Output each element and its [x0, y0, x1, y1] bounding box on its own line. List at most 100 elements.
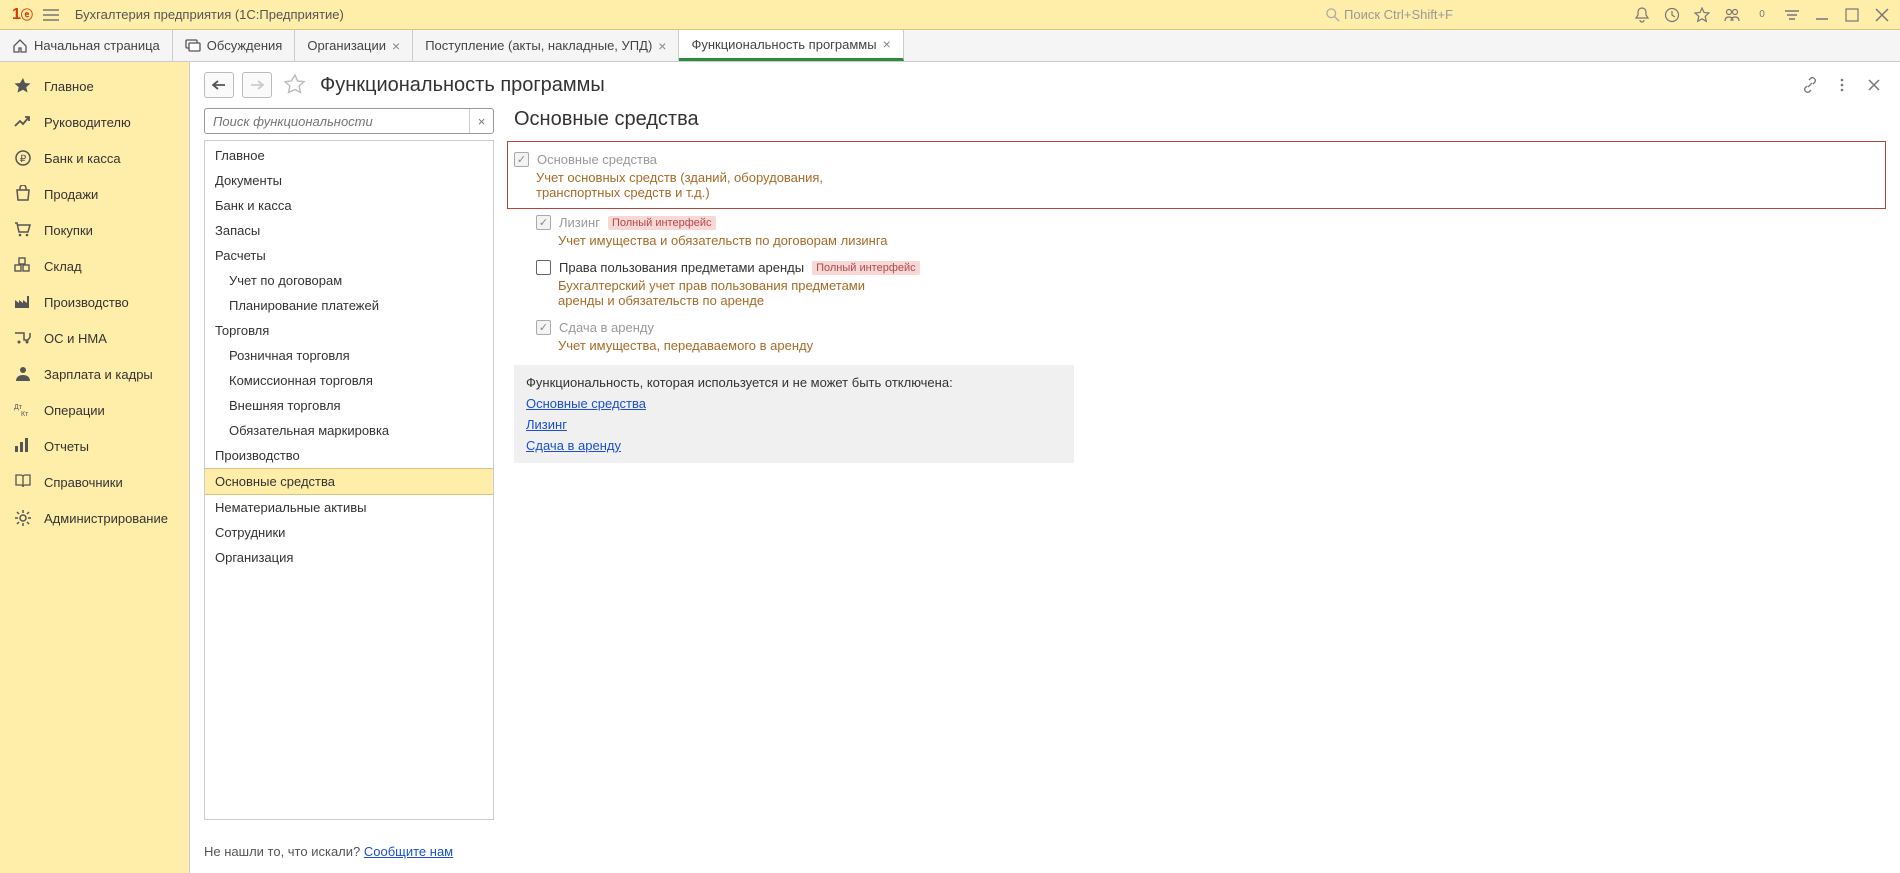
- bars-icon: [14, 437, 32, 455]
- sidebar-item-label: Продажи: [44, 187, 98, 202]
- bag-icon: [14, 185, 32, 203]
- sidebar-item-label: Руководителю: [44, 115, 131, 130]
- tab-label: Организации: [307, 38, 386, 53]
- tab[interactable]: Поступление (акты, накладные, УПД)×: [413, 30, 679, 61]
- locked-feature-link[interactable]: Лизинг: [526, 417, 1062, 432]
- svg-text:₽: ₽: [20, 154, 27, 165]
- sidebar-item[interactable]: Отчеты: [0, 428, 189, 464]
- category-item[interactable]: Торговля: [205, 318, 493, 343]
- interface-badge: Полный интерфейс: [608, 216, 716, 230]
- category-list[interactable]: ГлавноеДокументыБанк и кассаЗапасыРасчет…: [204, 140, 494, 820]
- close-window-icon[interactable]: [1870, 3, 1894, 27]
- option-label: Основные средства: [537, 152, 657, 167]
- sidebar-item[interactable]: ДтКтОперации: [0, 392, 189, 428]
- more-icon[interactable]: [1830, 73, 1854, 97]
- sidebar-item[interactable]: Продажи: [0, 176, 189, 212]
- sidebar-item[interactable]: Справочники: [0, 464, 189, 500]
- minimize-icon[interactable]: [1810, 3, 1834, 27]
- global-search-placeholder: Поиск Ctrl+Shift+F: [1344, 7, 1453, 22]
- settings-lines-icon[interactable]: [1780, 3, 1804, 27]
- option-description: Учет основных средств (зданий, оборудова…: [514, 170, 874, 200]
- sidebar-item[interactable]: Руководителю: [0, 104, 189, 140]
- counter-icon: 0: [1750, 3, 1774, 27]
- sidebar-item-label: ОС и НМА: [44, 331, 107, 346]
- tab-close-icon[interactable]: ×: [883, 37, 891, 51]
- option-label: Лизинг: [559, 215, 600, 230]
- category-item[interactable]: Розничная торговля: [205, 343, 493, 368]
- tab[interactable]: Организации ×: [295, 30, 413, 61]
- sidebar-item-label: Производство: [44, 295, 129, 310]
- titlebar: 1ⓔ Бухгалтерия предприятия (1С:Предприят…: [0, 0, 1900, 30]
- sidebar-item[interactable]: ОС и НМА: [0, 320, 189, 356]
- maximize-icon[interactable]: [1840, 3, 1864, 27]
- history-icon[interactable]: [1660, 3, 1684, 27]
- locked-feature-link[interactable]: Основные средства: [526, 396, 1062, 411]
- option-checkbox[interactable]: [536, 260, 551, 275]
- favorite-toggle[interactable]: [284, 74, 306, 96]
- svg-text:Дт: Дт: [14, 404, 23, 411]
- detail-title: Основные средства: [514, 108, 1886, 131]
- category-item[interactable]: Сотрудники: [205, 520, 493, 545]
- category-item[interactable]: Банк и касса: [205, 193, 493, 218]
- function-search[interactable]: ×: [204, 108, 494, 134]
- star-icon[interactable]: [1690, 3, 1714, 27]
- category-item[interactable]: Комиссионная торговля: [205, 368, 493, 393]
- svg-text:Кт: Кт: [21, 411, 29, 418]
- sidebar-item[interactable]: ₽Банк и касса: [0, 140, 189, 176]
- category-item[interactable]: Обязательная маркировка: [205, 418, 493, 443]
- sidebar-item-label: Главное: [44, 79, 94, 94]
- category-item[interactable]: Организация: [205, 545, 493, 570]
- forward-button[interactable]: [242, 72, 272, 98]
- locked-info-box: Функциональность, которая используется и…: [514, 365, 1074, 463]
- category-item[interactable]: Внешняя торговля: [205, 393, 493, 418]
- sidebar-item[interactable]: Зарплата и кадры: [0, 356, 189, 392]
- category-item[interactable]: Планирование платежей: [205, 293, 493, 318]
- sidebar: Главное Руководителю ₽Банк и касса Продажи П…: [0, 62, 190, 873]
- option-block: Права пользования предметами арендыПолны…: [514, 260, 1886, 308]
- search-clear-button[interactable]: ×: [469, 109, 493, 133]
- main-menu-button[interactable]: [39, 3, 63, 27]
- option-block: Основные средства Учет основных средств (…: [507, 141, 1886, 209]
- factory-icon: [14, 293, 32, 311]
- sidebar-item[interactable]: Склад: [0, 248, 189, 284]
- close-page-icon[interactable]: [1862, 73, 1886, 97]
- category-item[interactable]: Производство: [205, 443, 493, 468]
- back-button[interactable]: [204, 72, 234, 98]
- link-icon[interactable]: [1798, 73, 1822, 97]
- sidebar-item-label: Отчеты: [44, 439, 89, 454]
- function-search-input[interactable]: [205, 109, 469, 133]
- sidebar-item-label: Зарплата и кадры: [44, 367, 153, 382]
- sidebar-item[interactable]: Администрирование: [0, 500, 189, 536]
- boxes-icon: [14, 257, 32, 275]
- sidebar-item-label: Справочники: [44, 475, 123, 490]
- tab-close-icon[interactable]: ×: [658, 39, 666, 53]
- bell-icon[interactable]: [1630, 3, 1654, 27]
- option-description: Учет имущества, передаваемого в аренду: [536, 338, 896, 353]
- tab[interactable]: Начальная страница: [0, 30, 173, 61]
- locked-feature-link[interactable]: Сдача в аренду: [526, 438, 1062, 453]
- category-item[interactable]: Основные средства: [205, 468, 493, 495]
- tab-label: Обсуждения: [207, 38, 283, 53]
- tab-close-icon[interactable]: ×: [392, 39, 400, 53]
- sidebar-item[interactable]: Главное: [0, 68, 189, 104]
- category-item[interactable]: Учет по договорам: [205, 268, 493, 293]
- category-item[interactable]: Расчеты: [205, 243, 493, 268]
- category-item[interactable]: Запасы: [205, 218, 493, 243]
- category-item[interactable]: Нематериальные активы: [205, 495, 493, 520]
- footer-feedback-link[interactable]: Сообщите нам: [364, 844, 453, 859]
- category-item[interactable]: Документы: [205, 168, 493, 193]
- book-icon: [14, 473, 32, 491]
- option-description: Учет имущества и обязательств по договор…: [536, 233, 896, 248]
- sidebar-item-label: Склад: [44, 259, 82, 274]
- star-icon: [14, 77, 32, 95]
- sidebar-item[interactable]: Производство: [0, 284, 189, 320]
- category-item[interactable]: Главное: [205, 143, 493, 168]
- option-block: Сдача в арендуУчет имущества, передаваем…: [514, 320, 1886, 353]
- footer-text: Не нашли то, что искали?: [204, 844, 364, 859]
- tab[interactable]: Функциональность программы×: [679, 30, 903, 61]
- users-icon[interactable]: [1720, 3, 1744, 27]
- person-icon: [14, 365, 32, 383]
- tab[interactable]: Обсуждения: [173, 30, 296, 61]
- sidebar-item[interactable]: Покупки: [0, 212, 189, 248]
- global-search[interactable]: Поиск Ctrl+Shift+F: [1320, 4, 1620, 26]
